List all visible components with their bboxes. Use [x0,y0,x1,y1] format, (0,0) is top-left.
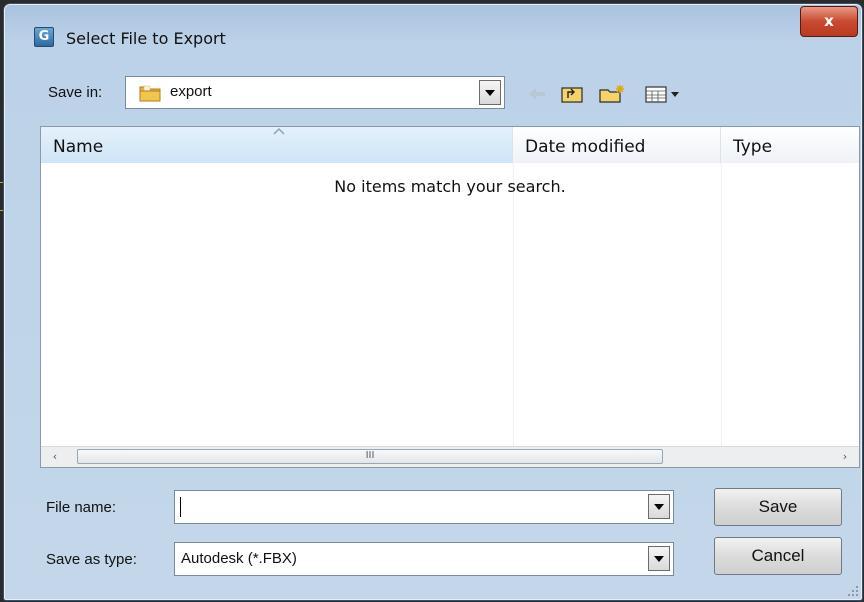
column-date-label: Date modified [525,137,646,157]
column-header-date-modified[interactable]: Date modified [513,127,721,163]
save-button[interactable]: Save [714,488,842,526]
chevron-down-icon [654,555,664,562]
close-icon: x [824,12,834,30]
save-as-type-value: Autodesk (*.FBX) [181,550,297,567]
column-header-name[interactable]: Name [41,127,513,163]
column-name-label: Name [53,137,104,157]
file-name-input[interactable] [179,495,639,519]
back-arrow-icon[interactable] [526,84,548,104]
close-button[interactable]: x [800,6,858,37]
app-logo-icon: G [34,27,54,47]
save-in-dropdown-button[interactable] [479,80,501,105]
file-list[interactable]: Name Date modified Type No items match y… [40,126,860,468]
save-in-value: export [170,83,212,100]
column-divider [513,163,514,449]
horizontal-scrollbar[interactable]: ‹ III › [41,446,859,467]
chevron-down-icon [485,89,495,96]
empty-list-message: No items match your search. [334,177,566,196]
scroll-right-icon[interactable]: › [837,449,853,465]
window-title: Select File to Export [66,29,226,48]
column-divider [721,163,722,449]
file-name-dropdown-button[interactable] [648,494,670,519]
column-type-label: Type [733,137,773,157]
file-name-combo[interactable] [174,490,674,524]
save-in-combo[interactable]: export [125,76,505,109]
save-in-label: Save in: [48,84,103,101]
file-name-label: File name: [46,499,117,516]
view-menu-icon[interactable] [644,84,686,104]
column-header-type[interactable]: Type [721,127,859,163]
app-logo-letter: G [38,29,50,44]
save-as-type-label: Save as type: [46,551,137,568]
scroll-left-icon[interactable]: ‹ [47,449,63,465]
chevron-down-icon [654,503,664,510]
resize-grip-icon[interactable] [845,583,859,597]
new-folder-icon[interactable] [598,84,628,104]
scroll-thumb-grip: III [365,450,375,461]
export-dialog: G Select File to Export x Save in: expor… [3,3,863,601]
cancel-button[interactable]: Cancel [714,537,842,575]
folder-icon [139,85,161,102]
save-as-type-combo[interactable]: Autodesk (*.FBX) [174,542,674,576]
sort-ascending-icon [273,127,285,135]
scroll-thumb[interactable]: III [77,449,663,464]
save-as-type-dropdown-button[interactable] [648,546,670,571]
up-folder-icon[interactable] [560,84,586,104]
